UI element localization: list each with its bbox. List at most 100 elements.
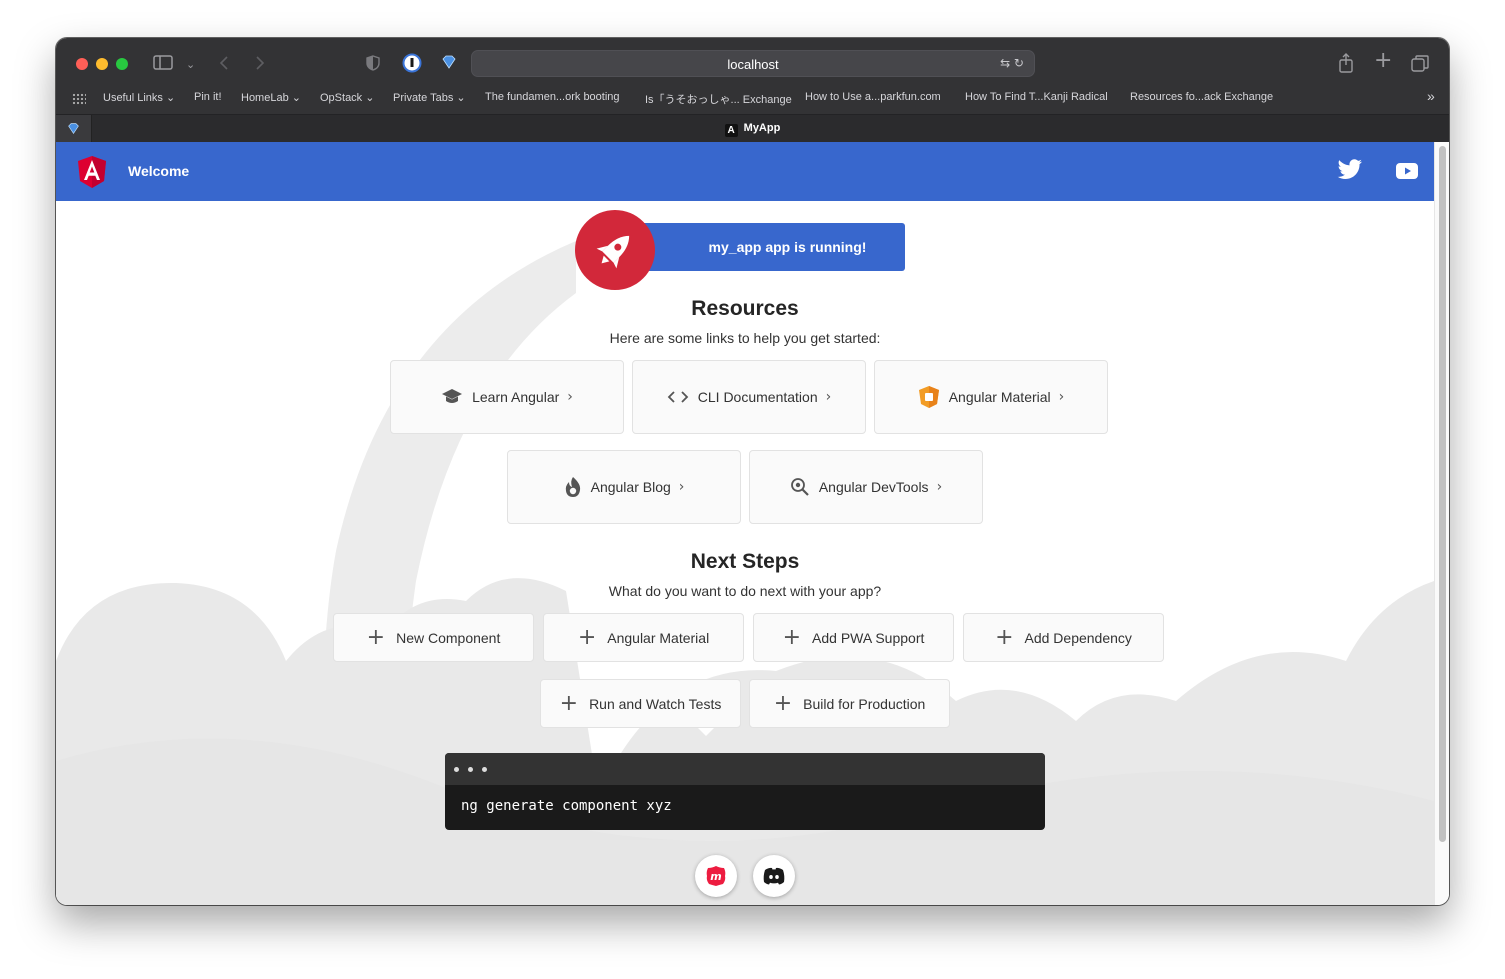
chevron-right-icon: › xyxy=(825,389,832,405)
bookmark-kanji-radical[interactable]: How To Find T...Kanji Radical xyxy=(965,91,1108,103)
bookmark-pin-it[interactable]: Pin it! xyxy=(194,91,222,103)
sidebar-toggle-icon[interactable] xyxy=(153,55,173,74)
card-label: Angular Blog xyxy=(590,479,671,495)
app-running-banner: my_app app is running! xyxy=(630,223,905,271)
rocket-badge xyxy=(575,210,655,290)
new-tab-icon[interactable]: + xyxy=(1374,50,1392,72)
add-dependency-step[interactable]: + Add Dependency xyxy=(963,613,1164,662)
new-component-step[interactable]: + New Component xyxy=(333,613,534,662)
app-toolbar: Welcome xyxy=(56,142,1434,201)
browser-toolbar: ⌄ localhost ⇆ ↻ + Useful Links ⌄ Pin it!… xyxy=(56,38,1449,142)
share-icon[interactable] xyxy=(1338,53,1354,76)
bookmark-uso-exchange[interactable]: Is「うそおっしゃ... Exchange xyxy=(645,91,792,107)
bookmark-resources[interactable]: Resources fo...ack Exchange xyxy=(1130,91,1273,103)
terminal-dot xyxy=(468,767,473,772)
step-label: New Component xyxy=(396,629,501,646)
privacy-shield-icon[interactable] xyxy=(366,55,380,74)
tab-bar: A MyApp xyxy=(56,114,1449,142)
bookmark-homelab[interactable]: HomeLab ⌄ xyxy=(241,91,301,104)
plus-icon: + xyxy=(577,624,597,650)
rocket-icon xyxy=(596,235,630,269)
card-label: CLI Documentation xyxy=(697,389,818,405)
zoom-window-button[interactable] xyxy=(116,58,128,70)
terminal-header xyxy=(445,753,1045,785)
forward-icon[interactable] xyxy=(255,55,265,74)
bookmark-private-tabs[interactable]: Private Tabs ⌄ xyxy=(393,91,466,104)
bookmark-opstack[interactable]: OpStack ⌄ xyxy=(320,91,374,104)
chevron-right-icon: › xyxy=(936,479,943,495)
terminal-dot xyxy=(482,767,487,772)
minimize-window-button[interactable] xyxy=(96,58,108,70)
close-window-button[interactable] xyxy=(76,58,88,70)
step-label: Angular Material xyxy=(607,629,710,646)
learn-angular-card[interactable]: Learn Angular › xyxy=(390,360,624,434)
run-and-watch-tests-step[interactable]: + Run and Watch Tests xyxy=(540,679,741,728)
build-for-production-step[interactable]: + Build for Production xyxy=(749,679,950,728)
next-steps-heading: Next Steps xyxy=(690,550,800,573)
plus-icon: + xyxy=(773,690,793,716)
bookmark-fundamentals[interactable]: The fundamen...ork booting xyxy=(485,91,620,103)
card-label: Angular DevTools xyxy=(818,479,929,495)
bookmark-useful-links[interactable]: Useful Links ⌄ xyxy=(103,91,175,104)
plus-icon: + xyxy=(559,690,579,716)
scrollbar-thumb[interactable] xyxy=(1439,146,1446,842)
tab-myapp[interactable]: A MyApp xyxy=(56,122,1449,137)
chevron-right-icon: › xyxy=(567,389,573,405)
magnifier-icon xyxy=(790,477,810,497)
meetup-icon: m xyxy=(706,866,726,886)
angular-devtools-card[interactable]: Angular DevTools › xyxy=(749,450,983,524)
page-content: Welcome my_app app is running! Resources xyxy=(56,142,1434,905)
chevron-right-icon: › xyxy=(678,479,685,495)
discord-button[interactable] xyxy=(753,855,795,897)
step-label: Build for Production xyxy=(803,695,926,712)
plus-icon: + xyxy=(366,624,386,650)
code-brackets-icon xyxy=(667,390,689,404)
plus-icon: + xyxy=(995,624,1014,650)
browser-window: ⌄ localhost ⇆ ↻ + Useful Links ⌄ Pin it!… xyxy=(56,38,1449,905)
svg-text:m: m xyxy=(710,870,721,883)
meetup-button[interactable]: m xyxy=(695,855,737,897)
next-steps-subtitle: What do you want to do next with your ap… xyxy=(608,583,882,599)
chevron-right-icon: › xyxy=(1058,389,1065,405)
angular-tab-icon: A xyxy=(724,124,738,137)
terminal-box: ng generate component xyz xyxy=(445,753,1045,830)
back-icon[interactable] xyxy=(219,55,229,74)
angular-material-step[interactable]: + Angular Material xyxy=(543,613,744,662)
add-pwa-support-step[interactable]: + Add PWA Support xyxy=(753,613,954,662)
flame-icon xyxy=(564,476,582,498)
graduation-cap-icon xyxy=(441,388,463,406)
angular-material-card[interactable]: Angular Material › xyxy=(874,360,1108,434)
angular-logo-icon xyxy=(78,156,106,188)
angular-blog-card[interactable]: Angular Blog › xyxy=(507,450,741,524)
cli-documentation-card[interactable]: CLI Documentation › xyxy=(632,360,866,434)
tab-title-text: MyApp xyxy=(743,122,781,134)
password-manager-icon[interactable] xyxy=(402,53,422,76)
step-label: Add PWA Support xyxy=(812,629,925,646)
terminal-dot xyxy=(454,767,459,772)
translate-icon[interactable]: ⇆ ↻ xyxy=(1000,56,1024,70)
url-text: localhost xyxy=(727,57,779,72)
address-bar[interactable]: localhost ⇆ ↻ xyxy=(471,50,1035,77)
material-shield-icon xyxy=(918,385,940,409)
apps-grid-icon[interactable] xyxy=(72,93,86,105)
diamond-extension-icon[interactable] xyxy=(441,54,457,73)
bookmarks-bar: Useful Links ⌄ Pin it! HomeLab ⌄ OpStack… xyxy=(56,88,1449,108)
selection-pointer xyxy=(698,728,714,736)
tab-overview-icon[interactable] xyxy=(1411,55,1429,75)
card-label: Learn Angular xyxy=(472,389,560,405)
plus-icon: + xyxy=(782,624,802,650)
terminal-command: ng generate component xyz xyxy=(461,798,672,814)
chevron-down-icon[interactable]: ⌄ xyxy=(186,57,195,73)
more-bookmarks-icon[interactable]: » xyxy=(1427,88,1435,104)
step-label: Add Dependency xyxy=(1024,629,1132,646)
page-scrollbar[interactable] xyxy=(1434,142,1449,905)
youtube-icon[interactable] xyxy=(1396,163,1418,179)
discord-icon xyxy=(763,867,785,885)
toolbar-title: Welcome xyxy=(128,163,190,179)
card-label: Angular Material xyxy=(948,389,1051,405)
resources-heading: Resources xyxy=(691,297,799,320)
bookmark-sparkfun[interactable]: How to Use a...parkfun.com xyxy=(805,91,941,103)
step-label: Run and Watch Tests xyxy=(589,695,722,712)
twitter-icon[interactable] xyxy=(1337,159,1363,181)
resources-subtitle: Here are some links to help you get star… xyxy=(609,330,881,346)
